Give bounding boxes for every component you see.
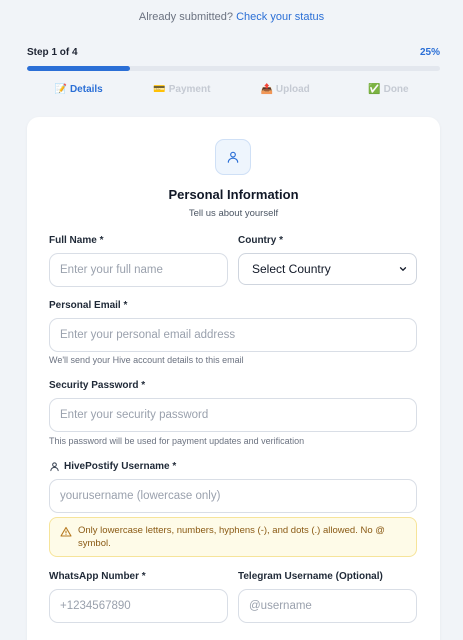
password-label: Security Password * [49,380,146,391]
card-title: Personal Information [168,187,299,202]
username-label-row: HivePostify Username * [49,461,176,472]
step-tab-payment[interactable]: 💳 Payment [130,84,233,95]
username-input[interactable]: yourusername (lowercase only) [49,479,417,513]
card-subtitle: Tell us about yourself [188,208,279,219]
step-tab-label: Payment [168,84,211,95]
user-icon [50,462,59,472]
progress-bar [27,66,440,71]
whatsapp-label: WhatsApp Number * [49,571,146,582]
chevron-down-icon [399,267,407,272]
password-input[interactable]: Enter your security password [49,398,417,432]
user-icon [215,139,251,175]
progress-header: Step 1 of 4 25% [27,47,440,58]
warning-icon [60,526,72,537]
check-mark-icon: ✅ [368,84,381,95]
step-tab-label: Upload [275,84,310,95]
step-tab-done[interactable]: ✅ Done [337,84,440,95]
username-label: HivePostify Username * [64,461,177,472]
credit-card-icon: 💳 [153,84,166,95]
password-hint: This password will be used for payment u… [49,436,305,446]
step-tabs: 📝 Details 💳 Payment 📤 Upload ✅ Done [27,84,440,95]
step-tab-label: Details [69,84,103,95]
already-submitted-text: Already submitted? [138,11,234,23]
full-name-input[interactable]: Enter your full name [49,253,228,287]
username-warning-text: Only lowercase letters, numbers, hyphens… [78,525,385,549]
telegram-label: Telegram Username (Optional) [238,571,383,582]
step-label: Step 1 of 4 [27,47,78,58]
country-select-value: Select Country [252,262,331,276]
progress-fill [27,66,131,71]
telegram-input[interactable]: @username [238,589,417,623]
status-prompt: Already submitted? Check your status [0,11,463,23]
username-warning: Only lowercase letters, numbers, hyphens… [49,517,417,557]
country-select[interactable]: Select Country [238,253,417,285]
email-input[interactable]: Enter your personal email address [49,318,417,352]
step-tab-label: Done [383,84,409,95]
full-name-label: Full Name * [49,235,104,246]
country-label: Country * [238,235,283,246]
step-tab-details[interactable]: 📝 Details [27,84,130,95]
progress-percent: 25% [419,47,440,58]
check-status-link[interactable]: Check your status [236,11,324,23]
email-label: Personal Email * [49,300,128,311]
outbox-tray-icon: 📤 [260,84,273,95]
step-tab-upload[interactable]: 📤 Upload [234,84,337,95]
whatsapp-input[interactable]: +1234567890 [49,589,228,623]
email-hint: We'll send your Hive account details to … [49,355,244,365]
personal-info-card: Personal Information Tell us about yours… [27,117,440,640]
memo-icon: 📝 [54,84,67,95]
